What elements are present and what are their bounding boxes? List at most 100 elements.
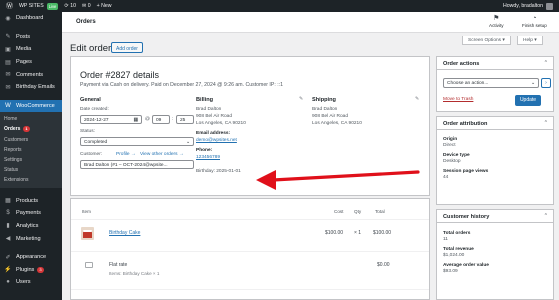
- general-heading: General: [80, 97, 101, 103]
- submenu-item-status[interactable]: Status: [0, 165, 62, 175]
- status-select[interactable]: Completed ⌄: [80, 137, 194, 146]
- submenu-item-home[interactable]: Home: [0, 114, 62, 124]
- total-orders-value: 11: [443, 237, 448, 242]
- woocommerce-submenu: Home Orders 1 Customers Reports Settings Statu…: [0, 112, 62, 189]
- billing-address-line1: 908 Bel Air Road: [196, 114, 232, 119]
- payments-icon: $: [6, 210, 10, 217]
- calendar-icon: ▦: [133, 117, 138, 123]
- shipping-divider: [71, 289, 429, 290]
- product-name-link[interactable]: Birthday Cake: [109, 230, 140, 236]
- total-revenue-label: Total revenue: [443, 247, 474, 252]
- customer-history-header[interactable]: Customer history ⌃: [437, 210, 553, 223]
- move-to-trash-link[interactable]: Move to Trash: [443, 97, 473, 102]
- session-views-value: 44: [443, 175, 449, 180]
- date-created-field[interactable]: 2024-12-27 ▦: [80, 115, 142, 124]
- device-type-value: Desktop: [443, 159, 461, 164]
- shipping-heading: Shipping: [312, 97, 336, 103]
- site-name: WP SITES: [19, 3, 44, 9]
- order-action-value: Choose an action...: [447, 81, 489, 86]
- admin-bar: Ⓦ WP SITES Live ⟳ 10 ✉ 0 + New Howdy, br…: [0, 0, 559, 12]
- hour-field[interactable]: 09: [152, 115, 170, 124]
- sidebar-item-appearance[interactable]: ✐ Appearance: [0, 251, 62, 264]
- submenu-item-reports[interactable]: Reports: [0, 145, 62, 155]
- comments-count: 0: [87, 3, 91, 9]
- sidebar-item-label: Analytics: [16, 222, 39, 229]
- sidebar-item-comments[interactable]: ✉ Comments: [0, 68, 62, 81]
- customer-value: Brad Dalton (#1 – OCT-2024@wpsite...: [84, 162, 168, 168]
- add-order-button[interactable]: Add order: [111, 42, 143, 53]
- sidebar-item-users[interactable]: ● Users: [0, 276, 62, 289]
- update-button[interactable]: Update: [515, 95, 541, 106]
- order-attribution-box: Order attribution ⌃ Origin Direct Device…: [436, 116, 554, 205]
- product-cost: $100.00: [325, 230, 344, 236]
- submenu-item-settings[interactable]: Settings: [0, 155, 62, 165]
- products-icon: ▦: [5, 198, 11, 205]
- order-action-select[interactable]: Choose an action... ⌄: [443, 78, 539, 88]
- product-total: $100.00: [373, 230, 392, 236]
- screen-options-button[interactable]: Screen Options ▾: [462, 36, 511, 45]
- submenu-item-label: Status: [4, 167, 19, 174]
- edit-billing-pencil-icon[interactable]: ✎: [299, 96, 303, 102]
- shipping-items-note: Items: Birthday Cake × 1: [109, 271, 160, 276]
- order-details-panel: Order #2827 details Payment via Cash on …: [70, 56, 430, 196]
- progress-icon: ◔: [532, 15, 537, 22]
- sidebar-item-payments[interactable]: $ Payments: [0, 207, 62, 220]
- submenu-item-customers[interactable]: Customers: [0, 135, 62, 145]
- top-header: Orders ⚑ Activity ◔ Finish setup: [62, 12, 559, 33]
- sidebar-item-dashboard[interactable]: ◉ Dashboard: [0, 12, 62, 25]
- profile-link[interactable]: Profile →: [116, 152, 136, 157]
- minute-field[interactable]: 25: [176, 115, 194, 124]
- site-name-link[interactable]: WP SITES Live: [19, 0, 59, 12]
- billing-address-line2: Los Angeles, CA 90210: [196, 121, 246, 126]
- billing-phone-link[interactable]: 123456789: [196, 154, 220, 161]
- chevron-up-icon[interactable]: ⌃: [544, 213, 548, 219]
- chevron-up-icon[interactable]: ⌃: [544, 60, 548, 66]
- chevron-up-icon[interactable]: ⌃: [544, 120, 548, 126]
- sidebar-item-analytics[interactable]: ▮ Analytics: [0, 220, 62, 233]
- marketing-icon: ◀: [5, 236, 11, 243]
- billing-email-link[interactable]: demo@wpsites.net: [196, 137, 237, 144]
- date-created-label: Date created:: [80, 107, 109, 112]
- sidebar-item-pages[interactable]: ▤ Pages: [0, 56, 62, 69]
- session-views-label: Session page views: [443, 169, 489, 174]
- customer-label: Customer:: [80, 152, 103, 157]
- sidebar-item-woocommerce[interactable]: W WooCommerce: [0, 99, 62, 113]
- howdy-user[interactable]: Howdy, bradalton: [503, 3, 543, 9]
- billing-name: Brad Dalton: [196, 107, 222, 112]
- sidebar-item-posts[interactable]: ✎ Posts: [0, 31, 62, 44]
- view-other-orders-link[interactable]: View other orders →: [140, 152, 184, 157]
- billing-birthday: Birthday: 2025-01-01: [196, 169, 241, 174]
- finish-setup-button[interactable]: ◔ Finish setup: [522, 15, 547, 28]
- customer-select[interactable]: Brad Dalton (#1 – OCT-2024@wpsite...: [80, 160, 194, 169]
- sidebar-item-label: Plugins: [16, 266, 35, 273]
- average-order-value-label: Average order value: [443, 263, 489, 268]
- sidebar-item-label: Dashboard: [16, 15, 44, 22]
- new-content-link[interactable]: + New: [97, 0, 112, 12]
- sidebar-item-products[interactable]: ▦ Products: [0, 194, 62, 207]
- plugins-icon: ⚡: [4, 267, 12, 274]
- apply-action-button[interactable]: ›: [541, 78, 551, 88]
- order-actions-header[interactable]: Order actions ⌃: [437, 57, 553, 70]
- sidebar-item-birthday-emails[interactable]: ✉ Birthday Emails: [0, 81, 62, 94]
- item-column-header: Item: [82, 209, 91, 214]
- avatar[interactable]: [546, 2, 553, 10]
- comments-link[interactable]: ✉ 0: [82, 0, 91, 12]
- attribution-header[interactable]: Order attribution ⌃: [437, 117, 553, 130]
- sidebar-item-marketing[interactable]: ◀ Marketing: [0, 232, 62, 245]
- sidebar-item-label: Media: [16, 46, 32, 53]
- submenu-item-orders[interactable]: Orders 1: [0, 124, 62, 134]
- help-button[interactable]: Help ▾: [517, 36, 543, 45]
- activity-button[interactable]: ⚑ Activity: [489, 15, 504, 28]
- status-label: Status:: [80, 129, 95, 134]
- wordpress-icon[interactable]: Ⓦ: [6, 0, 13, 12]
- updates-link[interactable]: ⟳ 10: [64, 0, 76, 12]
- order-items-panel: Item Cost Qty Total Birthday Cake $100.0…: [70, 198, 430, 300]
- edit-shipping-pencil-icon[interactable]: ✎: [415, 96, 419, 102]
- sidebar-item-plugins[interactable]: ⚡ Plugins 3: [0, 263, 62, 276]
- submenu-item-label: Customers: [4, 136, 29, 143]
- sidebar-item-media[interactable]: ▣ Media: [0, 43, 62, 56]
- finish-setup-label: Finish setup: [522, 23, 547, 28]
- activity-label: Activity: [489, 23, 504, 28]
- submenu-item-label: Orders: [4, 126, 21, 133]
- submenu-item-extensions[interactable]: Extensions: [0, 175, 62, 185]
